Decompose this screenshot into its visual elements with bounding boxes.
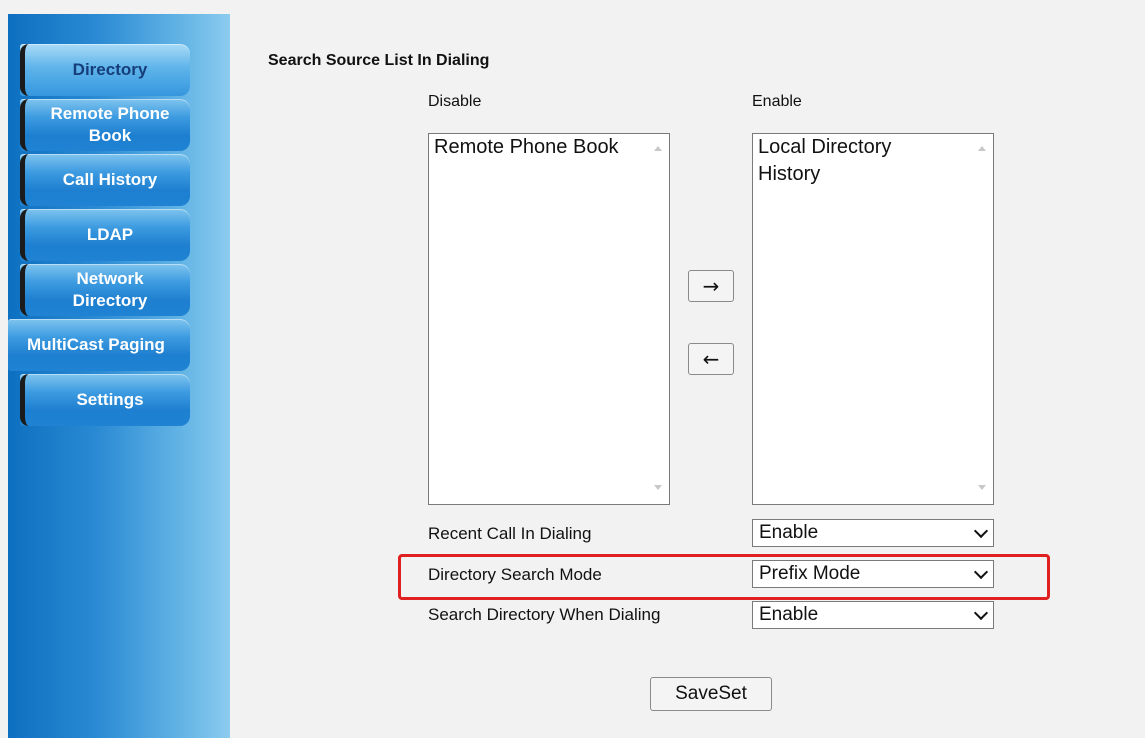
sidebar-item-label: Settings bbox=[76, 390, 144, 409]
sidebar-item-label: Call History bbox=[62, 170, 158, 189]
scroll-down-icon[interactable] bbox=[654, 485, 662, 490]
scroll-up-icon[interactable] bbox=[978, 146, 986, 151]
sidebar-item-label: Network Directory bbox=[72, 269, 148, 310]
scroll-up-icon[interactable] bbox=[654, 146, 662, 151]
sidebar-item-network-directory[interactable]: Network Directory bbox=[20, 264, 190, 316]
chevron-down-icon bbox=[973, 605, 989, 621]
sidebar-item-label: LDAP bbox=[86, 225, 134, 244]
disable-column-label: Disable bbox=[428, 93, 482, 110]
sidebar-item-settings[interactable]: Settings bbox=[20, 374, 190, 426]
list-item[interactable]: Remote Phone Book bbox=[429, 134, 649, 161]
sidebar-item-ldap[interactable]: LDAP bbox=[20, 209, 190, 261]
scrollbar[interactable] bbox=[649, 134, 669, 504]
search-directory-when-dialing-select[interactable]: Enable bbox=[752, 601, 994, 629]
chevron-down-icon bbox=[973, 523, 989, 539]
sidebar-item-label: Directory bbox=[72, 60, 148, 79]
recent-call-label: Recent Call In Dialing bbox=[428, 524, 592, 543]
sidebar-item-remote-phone-book[interactable]: Remote Phone Book bbox=[20, 99, 190, 151]
search-directory-when-dialing-label: Search Directory When Dialing bbox=[428, 605, 661, 624]
sidebar-item-label: Remote Phone Book bbox=[50, 104, 170, 145]
enable-column-label: Enable bbox=[752, 93, 802, 110]
move-right-button[interactable]: → bbox=[688, 270, 734, 302]
list-item[interactable]: History bbox=[753, 161, 973, 188]
move-left-button[interactable]: ← bbox=[688, 343, 734, 375]
section-title: Search Source List In Dialing bbox=[268, 52, 490, 69]
list-item[interactable]: Local Directory bbox=[753, 134, 973, 161]
saveset-label: SaveSet bbox=[675, 683, 747, 704]
sidebar-item-directory[interactable]: Directory bbox=[20, 44, 190, 96]
scrollbar[interactable] bbox=[973, 134, 993, 504]
select-value: Enable bbox=[759, 604, 819, 625]
enable-listbox[interactable]: Local Directory History bbox=[752, 133, 994, 505]
scroll-down-icon[interactable] bbox=[978, 485, 986, 490]
sidebar-item-multicast-paging[interactable]: MultiCast Paging bbox=[8, 319, 190, 371]
sidebar-item-call-history[interactable]: Call History bbox=[20, 154, 190, 206]
highlight-box bbox=[398, 554, 1050, 600]
sidebar-item-label: MultiCast Paging bbox=[27, 335, 165, 354]
arrow-right-icon: → bbox=[702, 274, 720, 298]
select-value: Enable bbox=[759, 522, 819, 543]
disable-listbox[interactable]: Remote Phone Book bbox=[428, 133, 670, 505]
arrow-left-icon: ← bbox=[702, 347, 720, 371]
saveset-button[interactable]: SaveSet bbox=[650, 677, 772, 711]
recent-call-select[interactable]: Enable bbox=[752, 519, 994, 547]
